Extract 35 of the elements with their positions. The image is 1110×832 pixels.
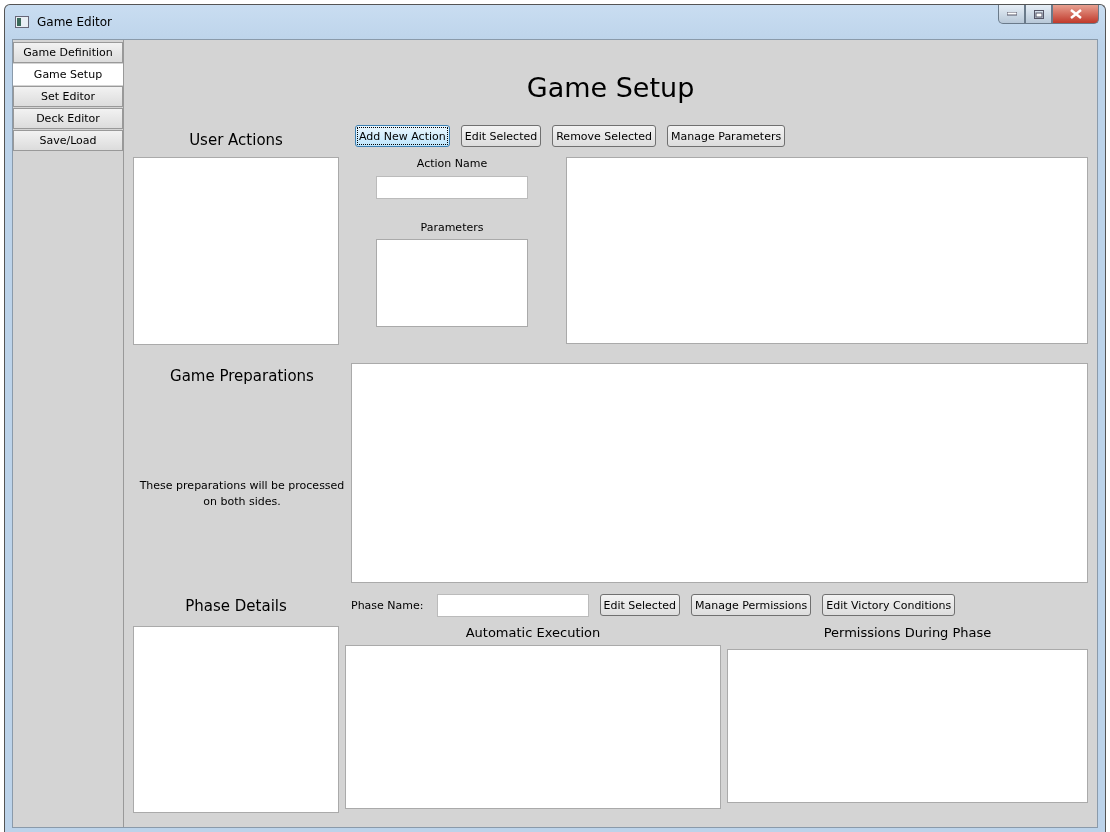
- field-label: Parameters: [419, 221, 485, 234]
- note-text: These preparations will be processed on both sides.: [138, 478, 346, 510]
- minimize-icon: [1006, 12, 1017, 16]
- window-title: Game Editor: [37, 15, 113, 29]
- phase-name-field[interactable]: [436, 593, 589, 617]
- action-button[interactable]: Remove Selected: [552, 125, 657, 147]
- section-label: Game Preparations: [169, 366, 315, 387]
- action-name-field[interactable]: [376, 176, 528, 199]
- close-icon: [1069, 9, 1082, 19]
- close-button[interactable]: [1052, 5, 1099, 24]
- phase-list[interactable]: [133, 626, 339, 813]
- user-actions-list[interactable]: [133, 157, 339, 345]
- tab[interactable]: Save/Load: [13, 130, 123, 151]
- action-button[interactable]: Manage Parameters: [667, 125, 786, 147]
- action-button[interactable]: Manage Permissions: [691, 594, 812, 616]
- action-button[interactable]: Edit Selected: [460, 125, 542, 147]
- app-icon: [15, 16, 29, 28]
- tab[interactable]: Deck Editor: [13, 108, 123, 129]
- action-button[interactable]: Edit Victory Conditions: [822, 594, 956, 616]
- tab[interactable]: Game Definition: [13, 42, 123, 63]
- page-heading: Game Setup: [525, 72, 696, 105]
- action-button[interactable]: Edit Selected: [599, 594, 680, 616]
- field-label: Phase Name:: [351, 598, 424, 612]
- action-button[interactable]: Add New Action: [355, 125, 450, 147]
- field-label: Action Name: [415, 157, 489, 170]
- section-label: User Actions: [188, 130, 284, 151]
- section-label: Permissions During Phase: [822, 625, 993, 642]
- section-label: Automatic Execution: [464, 625, 602, 642]
- tab[interactable]: Set Editor: [13, 86, 123, 107]
- maximize-button[interactable]: [1025, 5, 1052, 24]
- tab[interactable]: Game Setup: [13, 64, 123, 85]
- section-label: Phase Details: [184, 596, 288, 617]
- maximize-icon: [1033, 9, 1044, 19]
- minimize-button[interactable]: [998, 5, 1025, 24]
- parameters-list[interactable]: [376, 239, 528, 327]
